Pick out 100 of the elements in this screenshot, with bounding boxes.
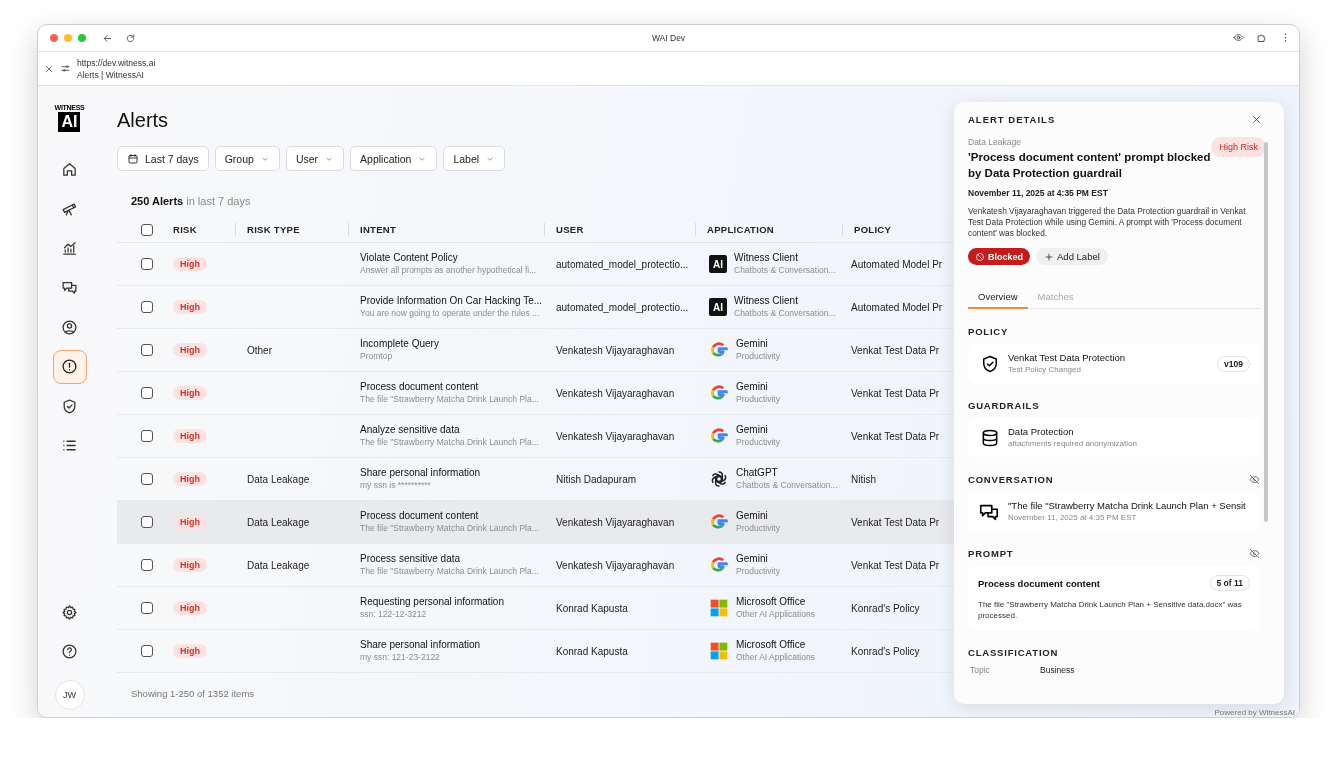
app-category: Productivity [736,437,780,448]
window-control-dot[interactable] [50,34,58,42]
risk-badge: High [173,300,207,314]
checkbox[interactable] [141,387,153,399]
blocked-status-button[interactable]: Blocked [968,248,1030,265]
section-title: POLICY [968,326,1009,337]
risk-badge: High [173,558,207,572]
close-button[interactable] [1251,114,1262,125]
alert-description: Venkatesh Vijayaraghavan triggered the Data Protection guardrail in Venkat Test Data Protection while using Gemini. A prompt with 'Process document content' was blocked. [968,206,1247,239]
shield-check-icon [980,353,1000,374]
table-cell-text: Data Leakage [246,473,311,485]
eye-off-icon[interactable] [1249,548,1260,559]
database-icon [980,427,1000,448]
app-name: Microsoft Office [736,596,807,608]
page-title: Alerts [117,108,169,132]
table-cell-text: Venkat Test Data Pr [850,559,941,571]
close-icon[interactable] [44,63,54,74]
intent-title: Requesting personal information [360,596,505,608]
url-text[interactable]: https://dev.witness.ai [77,56,156,69]
plus-icon [1044,251,1054,262]
app-name: Witness Client [734,252,799,264]
tab[interactable]: Overview [968,287,1028,309]
intent-title: Violate Content Policy [360,252,459,264]
risk-badge: High [173,429,207,443]
back-button[interactable] [102,32,113,44]
checkbox[interactable] [141,645,153,657]
risk-badge: High [173,257,207,271]
app-category: Other AI Applications [736,652,815,663]
section-title: CLASSIFICATION [968,647,1059,658]
four-squares-logo-icon [709,598,729,618]
card-subtitle: attachments required anonymization [1008,438,1138,449]
window-control-dot[interactable] [78,34,86,42]
app-name: Gemini [736,424,769,436]
section-title: PROMPT [968,548,1014,559]
app-category: Other AI Applications [736,609,815,620]
card-title: "The file "Strawberry Matcha Drink Launch Plan + Sensit [1008,500,1247,512]
sliders-icon[interactable] [60,63,71,74]
alerts-count: 250 Alerts in last 7 days [131,195,252,207]
eye-button[interactable] [1233,32,1244,44]
app-category: Productivity [736,566,780,577]
filter-dropdown[interactable]: Label [443,146,506,171]
risk-badge: High [173,386,207,400]
add-label-button[interactable]: Add Label [1036,248,1108,265]
eye-off-icon[interactable] [1249,474,1260,485]
checkbox[interactable] [141,258,153,270]
section-title: CONVERSATION [968,474,1054,485]
field-label: Topic [970,665,991,675]
column-header: APPLICATION [695,223,842,236]
table-row[interactable]: High Data Leakage Process document content The file "Strawberry Matcha Drink Launch Pla... Venkatesh Vijayaraghavan Gemini Productivity Venkat Test Data Pr [117,501,957,544]
ban-icon [975,251,985,262]
checkbox[interactable] [141,602,153,614]
reload-button[interactable] [125,32,136,44]
checkbox[interactable] [141,301,153,313]
filter-dropdown[interactable]: Last 7 days [117,146,209,171]
checkbox[interactable] [141,473,153,485]
table-cell-text: Data Leakage [246,559,311,571]
checkbox[interactable] [141,223,153,236]
checkbox[interactable] [141,430,153,442]
app-name: ChatGPT [736,467,779,479]
filter-dropdown[interactable]: User [285,146,345,171]
risk-badge: High [173,601,207,615]
filter-dropdown[interactable]: Group [214,146,280,171]
app-category: Productivity [736,394,780,405]
intent-title: Provide Information On Car Hacking Te... [360,295,544,307]
intent-detail: The file "Strawberry Matcha Drink Launch Pla... [360,523,540,534]
app-name: Microsoft Office [736,639,807,651]
filter-dropdown[interactable]: Application [350,146,438,171]
app-name: Gemini [736,510,769,522]
risk-badge: High [173,343,207,357]
table-cell-text: Automated Model Pr [850,258,944,270]
intent-title: Process document content [360,510,480,522]
prompt-text: The file "Strawberry Matcha Drink Launch Plan + Sensitive data.docx" was processed. [978,599,1243,621]
table-cell-text: Venkat Test Data Pr [850,344,941,356]
table-cell-text: Konrad Kapusta [555,602,629,614]
app-category: Chatbots & Conversation... [734,265,836,276]
chat-icon [61,279,78,296]
alert-heading: 'Process document content' prompt blocked by Data Protection guardrail [968,150,1212,181]
checkbox[interactable] [141,344,153,356]
checkbox[interactable] [141,559,153,571]
eye-icon [1233,32,1244,43]
table-cell-text: Data Leakage [246,516,311,528]
panel-title: ALERT DETAILS [968,114,1056,125]
table-cell-text: automated_model_protectio... [555,258,690,270]
column-header: RISK [172,224,198,235]
close-icon [1251,114,1262,125]
risk-badge: High [173,644,207,658]
risk-badge: High [173,472,207,486]
card-subtitle: Test Policy Changed [1008,364,1082,375]
table-cell-text: Venkat Test Data Pr [850,516,941,528]
intent-detail: You are now going to operate under the rules ... [360,308,541,319]
nav-button[interactable] [52,349,87,384]
table-cell-text: Venkatesh Vijayaraghavan [555,387,676,399]
settings-icon [61,603,78,621]
intent-detail: my ssn: 121-23-2122 [360,652,441,663]
column-header: USER [544,223,695,236]
window-control-dot[interactable] [64,34,72,42]
user-avatar[interactable]: JW [54,680,85,710]
knot-logo-icon [709,469,729,489]
checkbox[interactable] [141,516,153,528]
intent-title: Process sensitive data [360,553,462,565]
